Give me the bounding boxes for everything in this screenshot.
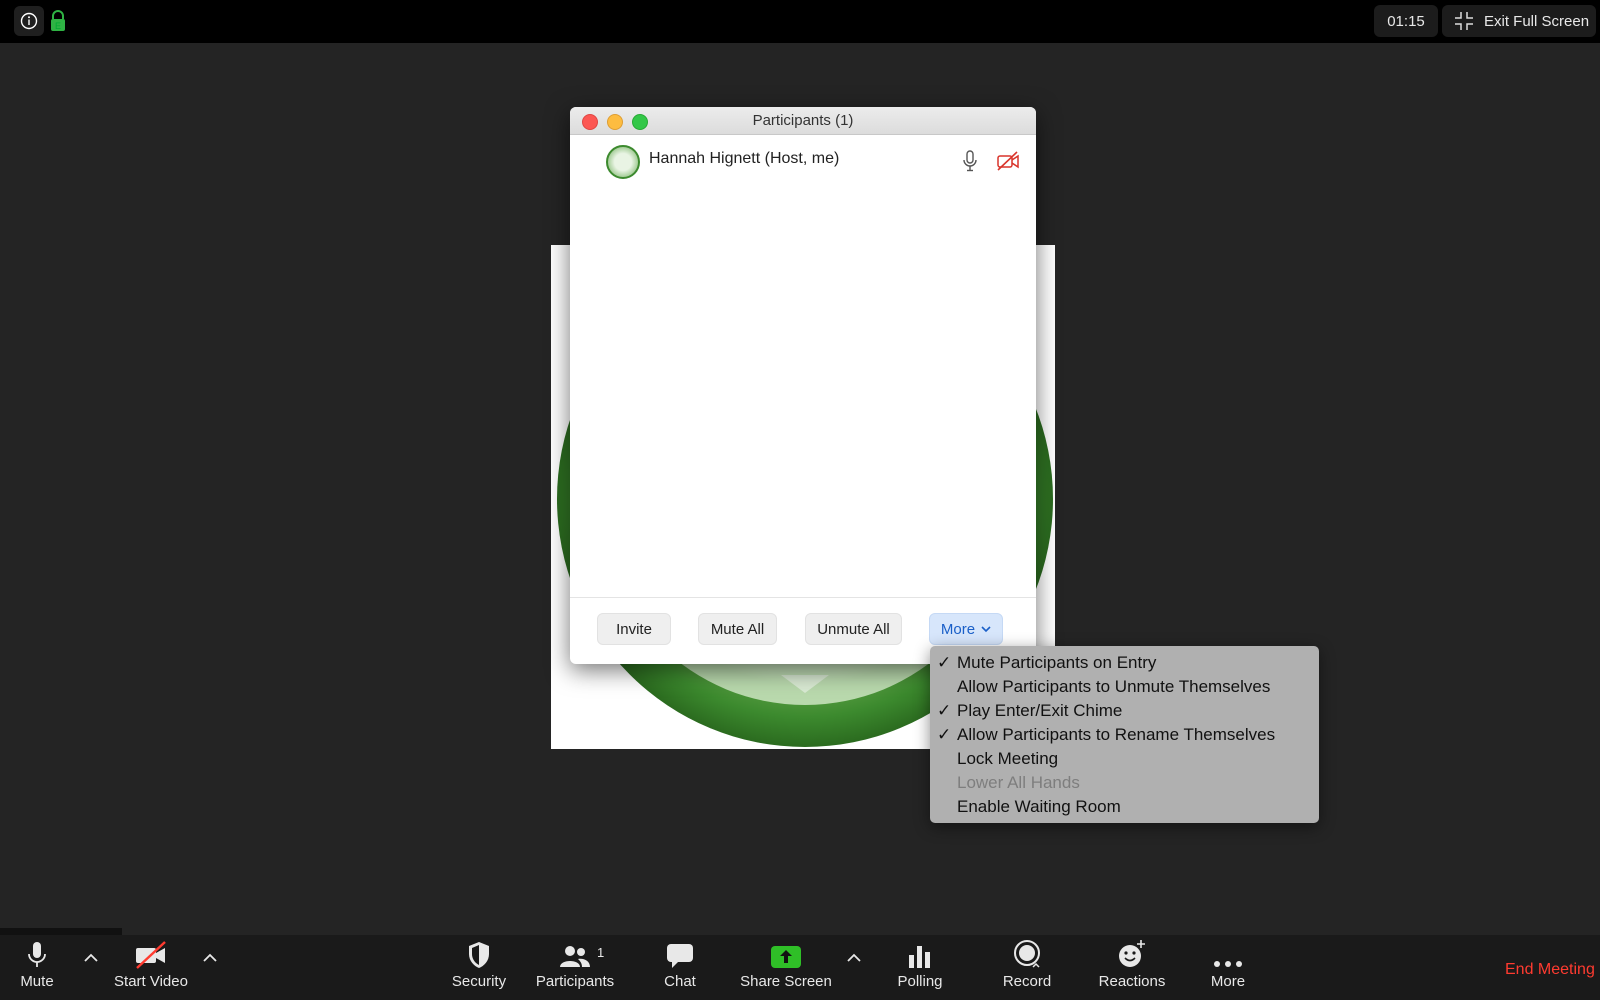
mute-all-button[interactable]: Mute All bbox=[698, 613, 777, 645]
record-label: Record bbox=[1002, 973, 1052, 990]
more-dropdown-button[interactable]: More bbox=[929, 613, 1003, 645]
participants-count-badge: 1 bbox=[597, 945, 605, 960]
menu-item-label: Mute Participants on Entry bbox=[957, 653, 1157, 672]
video-options-chevron-up-icon[interactable] bbox=[202, 953, 218, 963]
checkmark-icon: ✓ bbox=[937, 725, 952, 744]
shield-icon bbox=[469, 942, 489, 968]
top-bar: E 01:15 Exit Full Screen bbox=[0, 0, 1600, 43]
zoom-window-button[interactable] bbox=[632, 114, 648, 130]
mute-label: Mute bbox=[20, 973, 54, 990]
participant-name: Hannah Hignett (Host, me) bbox=[649, 150, 840, 167]
share-options-chevron-up-icon[interactable] bbox=[846, 953, 862, 963]
exit-fullscreen-label: Exit Full Screen bbox=[1484, 12, 1590, 30]
menu-item-allow-rename[interactable]: ✓ Allow Participants to Rename Themselve… bbox=[930, 723, 1319, 747]
share-screen-icon bbox=[771, 946, 801, 968]
meeting-info-button[interactable] bbox=[14, 6, 44, 36]
more-button[interactable]: More bbox=[1208, 935, 1248, 1000]
participants-label: Participants bbox=[535, 973, 615, 990]
security-label: Security bbox=[451, 973, 507, 990]
microphone-icon[interactable] bbox=[962, 150, 978, 172]
end-meeting-button[interactable]: End Meeting bbox=[1505, 961, 1595, 979]
menu-item-mute-on-entry[interactable]: ✓ Mute Participants on Entry bbox=[930, 651, 1319, 675]
reactions-button[interactable]: Reactions bbox=[1096, 935, 1168, 1000]
menu-item-label: Allow Participants to Rename Themselves bbox=[957, 725, 1276, 744]
record-icon bbox=[1014, 940, 1040, 968]
participants-window-titlebar[interactable]: Participants (1) bbox=[570, 107, 1036, 135]
share-screen-label: Share Screen bbox=[740, 973, 832, 990]
chevron-down-icon bbox=[981, 626, 991, 633]
menu-item-lock-meeting[interactable]: Lock Meeting bbox=[930, 747, 1319, 771]
camera-off-icon[interactable] bbox=[996, 151, 1020, 171]
close-window-button[interactable] bbox=[582, 114, 598, 130]
more-options-menu: ✓ Mute Participants on Entry Allow Parti… bbox=[930, 646, 1319, 823]
share-screen-button[interactable]: Share Screen bbox=[739, 935, 833, 1000]
menu-item-allow-unmute[interactable]: Allow Participants to Unmute Themselves bbox=[930, 675, 1319, 699]
participant-avatar bbox=[606, 145, 640, 179]
participants-window: Participants (1) Hannah Hignett (Host, m… bbox=[570, 107, 1036, 664]
more-label: More bbox=[1210, 973, 1246, 990]
chat-button[interactable]: Chat bbox=[659, 935, 701, 1000]
polling-button[interactable]: Polling bbox=[896, 935, 944, 1000]
menu-item-label: Lower All Hands bbox=[957, 773, 1080, 792]
participants-window-title: Participants (1) bbox=[752, 112, 854, 129]
participants-button[interactable]: Participants bbox=[533, 935, 617, 1000]
meeting-toolbar: Mute Start Video Security Participants 1… bbox=[0, 935, 1600, 1000]
meeting-timer: 01:15 bbox=[1374, 5, 1438, 37]
record-button[interactable]: Record bbox=[1002, 935, 1052, 1000]
start-video-label: Start Video bbox=[114, 973, 188, 990]
checkmark-icon: ✓ bbox=[937, 701, 952, 720]
reactions-label: Reactions bbox=[1098, 973, 1166, 990]
menu-item-enable-waiting-room[interactable]: Enable Waiting Room bbox=[930, 795, 1319, 819]
menu-item-label: Allow Participants to Unmute Themselves bbox=[957, 677, 1271, 696]
menu-item-lower-all-hands: Lower All Hands bbox=[930, 771, 1319, 795]
start-video-button[interactable]: Start Video bbox=[110, 935, 192, 1000]
checkmark-icon: ✓ bbox=[937, 653, 952, 672]
menu-item-label: Enable Waiting Room bbox=[957, 797, 1121, 816]
bar-chart-icon bbox=[909, 946, 930, 968]
polling-label: Polling bbox=[897, 973, 943, 990]
menu-item-label: Play Enter/Exit Chime bbox=[957, 701, 1123, 720]
chat-label: Chat bbox=[664, 973, 696, 990]
participants-icon bbox=[560, 946, 590, 967]
exit-fullscreen-icon bbox=[1455, 12, 1473, 30]
lock-icon[interactable]: E bbox=[48, 10, 68, 32]
exit-fullscreen-button[interactable]: Exit Full Screen bbox=[1442, 5, 1596, 37]
camera-off-icon bbox=[136, 941, 166, 969]
svg-text:E: E bbox=[55, 21, 61, 31]
microphone-icon bbox=[28, 942, 46, 967]
emoji-plus-icon bbox=[1119, 940, 1145, 967]
security-button[interactable]: Security bbox=[448, 935, 510, 1000]
menu-item-play-chime[interactable]: ✓ Play Enter/Exit Chime bbox=[930, 699, 1319, 723]
unmute-all-button[interactable]: Unmute All bbox=[805, 613, 902, 645]
more-dropdown-label: More bbox=[940, 620, 976, 638]
chat-icon bbox=[667, 944, 693, 968]
menu-item-label: Lock Meeting bbox=[957, 749, 1059, 768]
mute-button[interactable]: Mute bbox=[12, 935, 62, 1000]
more-dots-icon bbox=[1214, 961, 1242, 967]
participant-row[interactable]: Hannah Hignett (Host, me) bbox=[570, 135, 1036, 185]
minimize-window-button[interactable] bbox=[607, 114, 623, 130]
audio-options-chevron-up-icon[interactable] bbox=[83, 953, 99, 963]
info-icon bbox=[20, 12, 38, 30]
invite-button[interactable]: Invite bbox=[597, 613, 671, 645]
